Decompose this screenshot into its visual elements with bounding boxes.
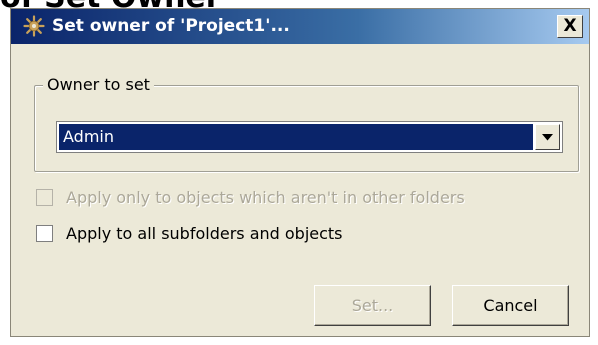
apply-only-unfoldered-option: Apply only to objects which aren't in ot… — [36, 185, 465, 209]
close-icon: X — [563, 16, 577, 36]
chevron-down-icon — [542, 133, 553, 140]
dropdown-button[interactable] — [535, 124, 560, 150]
owner-dropdown[interactable]: Admin — [56, 121, 563, 153]
apply-subfolders-label[interactable]: Apply to all subfolders and objects — [66, 224, 343, 243]
gear-icon — [23, 15, 45, 37]
apply-subfolders-checkbox[interactable] — [36, 224, 53, 242]
set-owner-dialog: Set owner of 'Project1'... X Owner to se… — [10, 8, 590, 337]
dialog-title: Set owner of 'Project1'... — [52, 16, 290, 36]
apply-subfolders-option[interactable]: Apply to all subfolders and objects — [36, 221, 343, 245]
owner-group-label: Owner to set — [43, 75, 154, 95]
owner-selected-value[interactable]: Admin — [59, 124, 533, 150]
title-bar[interactable]: Set owner of 'Project1'... X — [11, 9, 589, 44]
apply-only-unfoldered-checkbox[interactable] — [36, 188, 53, 206]
set-button[interactable]: Set... — [314, 285, 431, 326]
apply-only-unfoldered-label: Apply only to objects which aren't in ot… — [66, 187, 465, 207]
cancel-button[interactable]: Cancel — [452, 285, 569, 326]
close-button[interactable]: X — [557, 15, 583, 38]
